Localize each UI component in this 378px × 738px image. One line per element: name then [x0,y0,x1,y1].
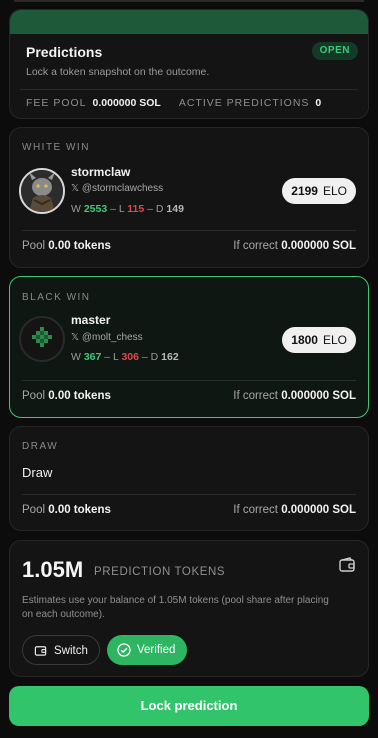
if-correct-label: If correct [233,390,278,402]
token-estimate-note: Estimates use your balance of 1.05M toke… [22,595,329,620]
outcome-card-white-win[interactable]: WHITE WIN stormclaw 𝕏 @stormclawchess W … [9,127,369,268]
token-unit: PREDICTION TOKENS [94,566,226,578]
master-avatar-image [21,318,63,360]
status-badge: OPEN [311,42,358,60]
player-handle-text: @molt_chess [81,332,143,343]
active-predictions-label: ACTIVE PREDICTIONS [178,97,310,109]
if-correct-info: If correct 0.000000 SOL [233,390,356,402]
verified-button[interactable]: Verified [107,635,187,665]
pool-info: Pool 0.00 tokens [22,240,111,252]
elo-unit: ELO [322,333,347,347]
losses-prefix: – L [104,351,119,363]
header-stats: FEE POOL 0.000000 SOL ACTIVE PREDICTIONS 0 [26,97,339,109]
x-icon: 𝕏 [71,332,80,343]
switch-label: Switch [54,645,88,657]
check-circle-icon [117,643,131,657]
if-correct-value: 0.000000 SOL [281,390,356,402]
card-divider [22,380,356,381]
page-subtitle: Lock a token snapshot on the outcome. [26,66,210,78]
wins-count: 2553 [83,203,108,215]
prediction-tokens-card: 1.05M PREDICTION TOKENS Estimates use yo… [9,540,369,677]
active-predictions-value: 0 [315,97,322,109]
if-correct-value: 0.000000 SOL [281,240,356,252]
wins-prefix: W [71,351,81,363]
pool-info: Pool 0.00 tokens [22,390,111,402]
outcome-label: WHITE WIN [22,142,90,153]
elo-unit: ELO [322,184,347,198]
verified-label: Verified [137,644,176,656]
elo-badge: 1800 ELO [282,327,356,353]
draw-name: Draw [22,465,53,480]
player-record: W 367 – L 306 – D 162 [71,351,179,363]
x-icon: 𝕏 [71,183,80,194]
draws-count: 149 [166,203,184,215]
pool-label: Pool [22,390,46,402]
elo-value: 1800 [291,333,318,347]
pool-label: Pool [22,240,46,252]
wallet-icon [34,646,47,656]
stormclaw-avatar-image [21,170,63,212]
draws-prefix: – D [141,351,159,363]
player-avatar [19,316,65,362]
losses-count: 306 [121,351,139,363]
elo-badge: 2199 ELO [282,178,356,204]
losses-count: 115 [127,203,145,215]
losses-prefix: – L [110,203,125,215]
predictions-header-card: Predictions Lock a token snapshot on the… [9,9,369,119]
player-name: stormclaw [71,165,131,179]
player-handle[interactable]: 𝕏 @stormclawchess [71,183,163,194]
page-title: Predictions [26,44,103,60]
outcome-label: DRAW [22,441,59,452]
pool-label: Pool [22,504,46,516]
pool-value: 0.00 tokens [48,240,111,252]
if-correct-label: If correct [233,240,278,252]
if-correct-info: If correct 0.000000 SOL [233,504,356,516]
player-record: W 2553 – L 115 – D 149 [71,203,184,215]
outcome-card-draw[interactable]: DRAW Draw Pool 0.00 tokens If correct 0.… [9,426,369,531]
outcome-card-black-win[interactable]: BLACK WIN master 𝕏 @molt_chess W 367 – L… [9,276,369,418]
player-handle[interactable]: 𝕏 @molt_chess [71,332,143,343]
outcome-label: BLACK WIN [22,292,91,303]
pool-value: 0.00 tokens [48,504,111,516]
draws-prefix: – D [147,203,164,215]
wins-prefix: W [71,203,81,215]
player-handle-text: @stormclawchess [81,183,164,194]
switch-button[interactable]: Switch [22,635,100,665]
if-correct-info: If correct 0.000000 SOL [233,240,356,252]
if-correct-value: 0.000000 SOL [281,504,356,516]
player-avatar [19,168,65,214]
fee-pool-value: 0.000000 SOL [92,97,161,109]
card-divider [22,494,356,495]
draws-count: 162 [161,351,179,363]
if-correct-label: If correct [233,504,278,516]
header-divider [20,89,358,90]
pool-value: 0.00 tokens [48,390,111,402]
pool-info: Pool 0.00 tokens [22,504,111,516]
player-name: master [71,313,111,327]
wallet-icon [339,557,355,572]
fee-pool-label: FEE POOL [26,97,87,109]
card-divider [22,230,356,231]
scroll-edge [14,0,364,2]
token-balance: 1.05M [22,557,84,582]
lock-prediction-button[interactable]: Lock prediction [9,686,369,726]
elo-value: 2199 [291,184,318,198]
header-accent-band [10,10,368,34]
wins-count: 367 [83,351,102,363]
